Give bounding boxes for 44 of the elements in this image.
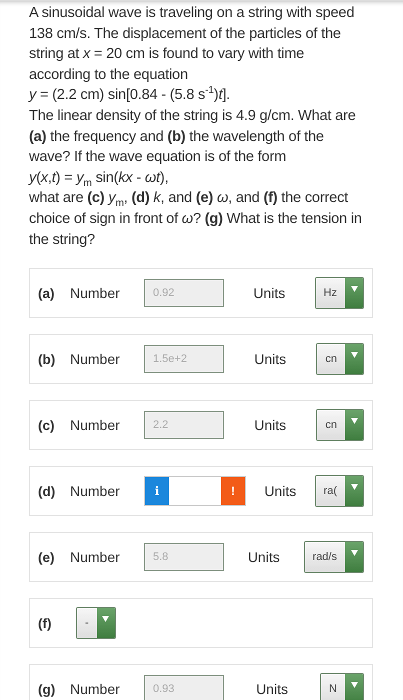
number-field[interactable]: 0.93 <box>144 675 224 700</box>
part-label: (b) <box>38 352 56 367</box>
unit-dropdown[interactable]: N <box>320 673 364 700</box>
question-text: what are (c) y$_{m}$, (d) k, and (e) ω, and (f) the correct choice of sign in front of ω? (g) What is the tension in the string? <box>29 189 363 250</box>
caret-icon <box>350 682 358 688</box>
number-label: Number <box>70 285 121 302</box>
caret-icon <box>350 286 358 292</box>
caret-icon <box>350 418 358 424</box>
number-field[interactable]: 1.5e+2 <box>144 345 224 374</box>
unit-dropdown[interactable]: ra( <box>314 475 364 508</box>
number-label: Number <box>70 681 121 698</box>
number-label: Number <box>70 549 121 566</box>
part-label: (g) <box>38 682 56 697</box>
question-text: y = (2.2 cm) sin[0.84 - (5.8 s$^{-1}$)t]. <box>29 85 232 106</box>
caret-icon <box>102 616 110 622</box>
caret-icon <box>350 484 358 490</box>
number-label: Number <box>70 351 121 368</box>
warning-icon[interactable]: ! <box>221 477 245 506</box>
units-label: Units <box>252 285 286 302</box>
number-label: Number <box>70 417 121 434</box>
part-label: (c) <box>38 418 56 433</box>
number-field[interactable]: 2.2 <box>144 411 224 440</box>
unit-dropdown[interactable]: cn <box>316 343 364 376</box>
number-field[interactable]: 0.92 <box>144 279 224 308</box>
units-label: Units <box>246 549 281 566</box>
units-label: Units <box>263 483 298 500</box>
part-label: (a) <box>38 286 56 301</box>
number-field[interactable]: i ! <box>144 476 246 506</box>
number-label: Number <box>70 483 121 500</box>
units-label: Units <box>253 417 288 434</box>
unit-dropdown[interactable]: - <box>76 607 116 640</box>
units-label: Units <box>253 351 288 368</box>
unit-dropdown[interactable]: Hz <box>314 277 364 310</box>
unit-dropdown[interactable]: cn <box>316 409 364 442</box>
units-label: Units <box>255 681 289 698</box>
part-label: (e) <box>38 550 56 565</box>
caret-icon <box>350 550 358 556</box>
part-label: (d) <box>38 484 56 499</box>
part-label: (f) <box>38 616 52 631</box>
unit-dropdown[interactable]: rad/s <box>304 541 364 574</box>
caret-icon <box>350 352 358 358</box>
number-field[interactable]: 5.8 <box>144 543 224 572</box>
info-icon[interactable]: i <box>145 477 169 506</box>
question-text: y(x,t) = y$_{m}$ sin(kx - ωt), <box>29 168 170 188</box>
